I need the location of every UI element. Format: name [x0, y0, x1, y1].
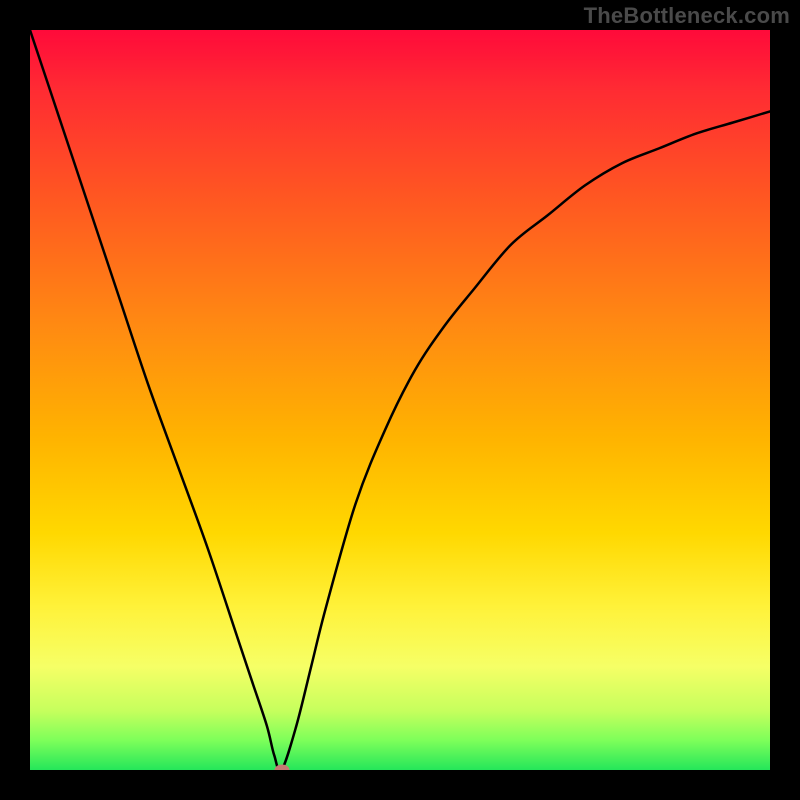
- curve-svg: [30, 30, 770, 770]
- plot-area: [30, 30, 770, 770]
- chart-frame: TheBottleneck.com: [0, 0, 800, 800]
- min-point-marker: [274, 765, 289, 771]
- watermark-text: TheBottleneck.com: [584, 3, 790, 29]
- bottleneck-curve-path: [30, 30, 770, 770]
